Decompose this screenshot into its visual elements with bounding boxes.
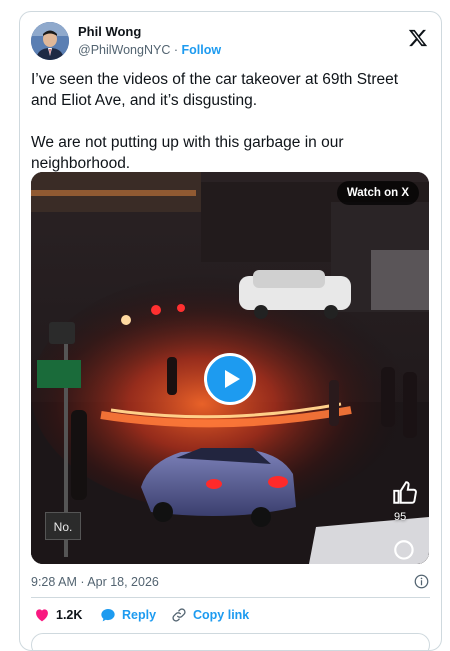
search-icon	[392, 538, 418, 564]
author-handle-row: @PhilWongNYC · Follow	[78, 42, 221, 58]
handle-separator: ·	[173, 43, 179, 57]
author-handle[interactable]: @PhilWongNYC	[78, 43, 170, 57]
reply-button[interactable]: Reply	[100, 604, 156, 626]
link-icon	[172, 608, 186, 622]
copy-link-label: Copy link	[193, 608, 250, 622]
post-text: I’ve seen the videos of the car takeover…	[31, 69, 427, 174]
author-avatar[interactable]	[31, 22, 69, 60]
like-count: 1.2K	[56, 608, 83, 622]
reply-label: Reply	[122, 608, 157, 622]
embedded-post-card[interactable]: Phil Wong @PhilWongNYC · Follow I’ve see…	[19, 11, 442, 651]
heart-icon	[36, 609, 48, 622]
follow-button[interactable]: Follow	[182, 43, 222, 57]
play-icon	[225, 370, 240, 388]
post-actions: 1.2K Reply Copy link	[31, 604, 430, 626]
x-logo-icon[interactable]	[408, 28, 428, 48]
author-name[interactable]: Phil Wong	[78, 24, 221, 40]
divider	[31, 597, 430, 598]
post-timestamp[interactable]: 9:28 AM · Apr 18, 2026	[31, 575, 159, 589]
post-paragraph: We are not putting up with this garbage …	[31, 134, 344, 172]
post-header: Phil Wong @PhilWongNYC · Follow	[31, 22, 430, 62]
like-button[interactable]: 1.2K	[34, 604, 82, 626]
author-block: Phil Wong @PhilWongNYC · Follow	[78, 24, 221, 58]
post-paragraph: I’ve seen the videos of the car takeover…	[31, 71, 399, 109]
speech-bubble-icon	[101, 609, 115, 622]
overlay-like-count: 95	[394, 511, 407, 523]
video-player[interactable]: No. Watch on X 95	[31, 172, 429, 564]
watch-on-x-button[interactable]: Watch on X	[336, 181, 419, 205]
thumbs-up-icon	[391, 480, 417, 506]
copy-link-button[interactable]: Copy link	[171, 604, 249, 626]
read-replies-button[interactable]	[31, 633, 430, 650]
play-button[interactable]	[204, 353, 256, 405]
timestamp-row: 9:28 AM · Apr 18, 2026	[31, 573, 429, 591]
street-sign: No.	[45, 512, 81, 540]
info-icon[interactable]	[414, 574, 429, 589]
